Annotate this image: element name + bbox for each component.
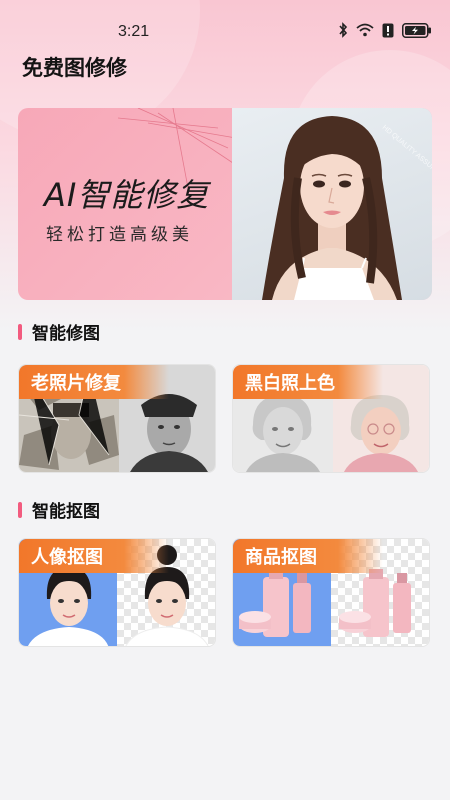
section-smart-cutout: 智能抠图 — [18, 497, 100, 522]
ai-repair-banner[interactable]: AI智能修复 轻松打造高级美 HD QUALITY ASSURANCE — [18, 108, 432, 300]
section-title: 智能抠图 — [32, 502, 100, 522]
section-smart-retouch: 智能修图 — [18, 319, 100, 344]
section-marker — [18, 323, 22, 340]
bw-colorize-card[interactable]: 黑白照上色 — [232, 364, 430, 473]
section-marker — [18, 501, 22, 518]
card-label: 黑白照上色 — [233, 365, 383, 399]
product-cutout-card[interactable]: 商品抠图 — [232, 538, 430, 647]
status-icons — [338, 22, 432, 38]
woman-portrait-illustration: HD QUALITY ASSURANCE — [262, 116, 432, 300]
section-title: 智能修图 — [32, 324, 100, 344]
banner-title: AI智能修复 — [44, 176, 210, 214]
card-label: 商品抠图 — [233, 539, 383, 573]
alert-icon — [382, 23, 394, 37]
banner-text-area: AI智能修复 轻松打造高级美 — [18, 108, 237, 300]
banner-portrait-image: HD QUALITY ASSURANCE — [232, 108, 432, 300]
page-title: 免费图修修 — [22, 56, 127, 80]
old-photo-repair-card[interactable]: 老照片修复 — [18, 364, 216, 473]
status-time: 3:21 — [118, 23, 150, 40]
wifi-icon — [356, 23, 374, 37]
card-label: 人像抠图 — [19, 539, 169, 573]
banner-watermark: HD QUALITY ASSURANCE — [381, 124, 432, 186]
card-label: 老照片修复 — [19, 365, 169, 399]
bluetooth-icon — [339, 22, 348, 38]
banner-subtitle: 轻松打造高级美 — [46, 225, 193, 245]
battery-charging-icon — [402, 22, 431, 38]
portrait-cutout-card[interactable]: 人像抠图 — [18, 538, 216, 647]
